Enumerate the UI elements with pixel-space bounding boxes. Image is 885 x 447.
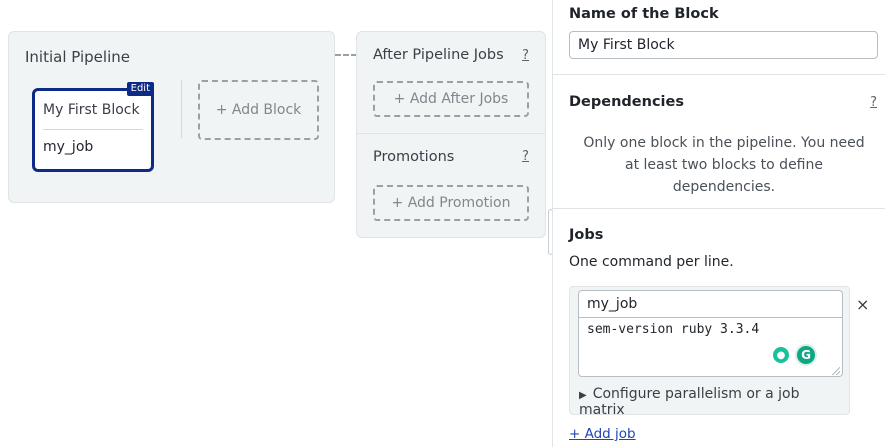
block-name-input[interactable] (569, 31, 878, 59)
configure-parallelism-toggle[interactable]: ▶ Configure parallelism or a job matrix (579, 386, 849, 418)
pipeline-title: Initial Pipeline (25, 48, 130, 66)
block-job-item: my_job (43, 139, 94, 155)
panel-divider (553, 74, 885, 75)
remove-job-button[interactable]: × (856, 295, 869, 314)
job-card: sem-version ruby 3.3.4 ● G ▶Configure pa… (569, 286, 850, 418)
block-name: My First Block (43, 102, 140, 118)
after-pipeline-help-link[interactable]: ? (522, 48, 529, 63)
add-after-jobs-button[interactable]: + Add After Jobs (373, 81, 529, 117)
edit-badge[interactable]: Edit (126, 82, 154, 96)
caret-right-icon: ▶ (579, 390, 587, 401)
block-name-label: Name of the Block (569, 6, 719, 22)
after-pipeline-title: After Pipeline Jobs (373, 47, 504, 63)
dependencies-help-link[interactable]: ? (870, 95, 877, 110)
jobs-help-text: One command per line. (569, 254, 734, 270)
initial-pipeline-card: Initial Pipeline Edit My First Block my_… (8, 31, 335, 203)
textarea-resize-grip-icon[interactable] (832, 367, 840, 375)
dependencies-message: Only one block in the pipeline. You need… (583, 135, 865, 195)
grammarly-icon[interactable]: G (795, 344, 817, 366)
block-separator (181, 80, 182, 138)
add-block-button[interactable]: + Add Block (198, 80, 319, 140)
add-promotion-button[interactable]: + Add Promotion (373, 185, 529, 221)
configure-parallelism-label: Configure parallelism or a job matrix (579, 386, 800, 418)
job-name-input[interactable] (578, 290, 843, 318)
pipeline-connector (335, 54, 357, 56)
dependencies-title: Dependencies (569, 94, 684, 110)
promotions-title: Promotions (373, 149, 455, 165)
block-editor-panel: Name of the Block Dependencies ? Only on… (552, 0, 885, 447)
lightbulb-icon[interactable]: ● (773, 347, 789, 363)
add-job-link[interactable]: + Add job (569, 426, 636, 442)
after-card-divider (357, 133, 545, 134)
workflow-canvas: Initial Pipeline Edit My First Block my_… (0, 0, 552, 447)
block-divider (43, 129, 143, 130)
block-card-my-first-block[interactable]: Edit My First Block my_job (32, 82, 154, 172)
jobs-title: Jobs (569, 227, 604, 243)
panel-divider (553, 208, 885, 209)
after-pipeline-card: After Pipeline Jobs ? + Add After Jobs P… (356, 31, 546, 238)
promotions-help-link[interactable]: ? (522, 149, 529, 164)
